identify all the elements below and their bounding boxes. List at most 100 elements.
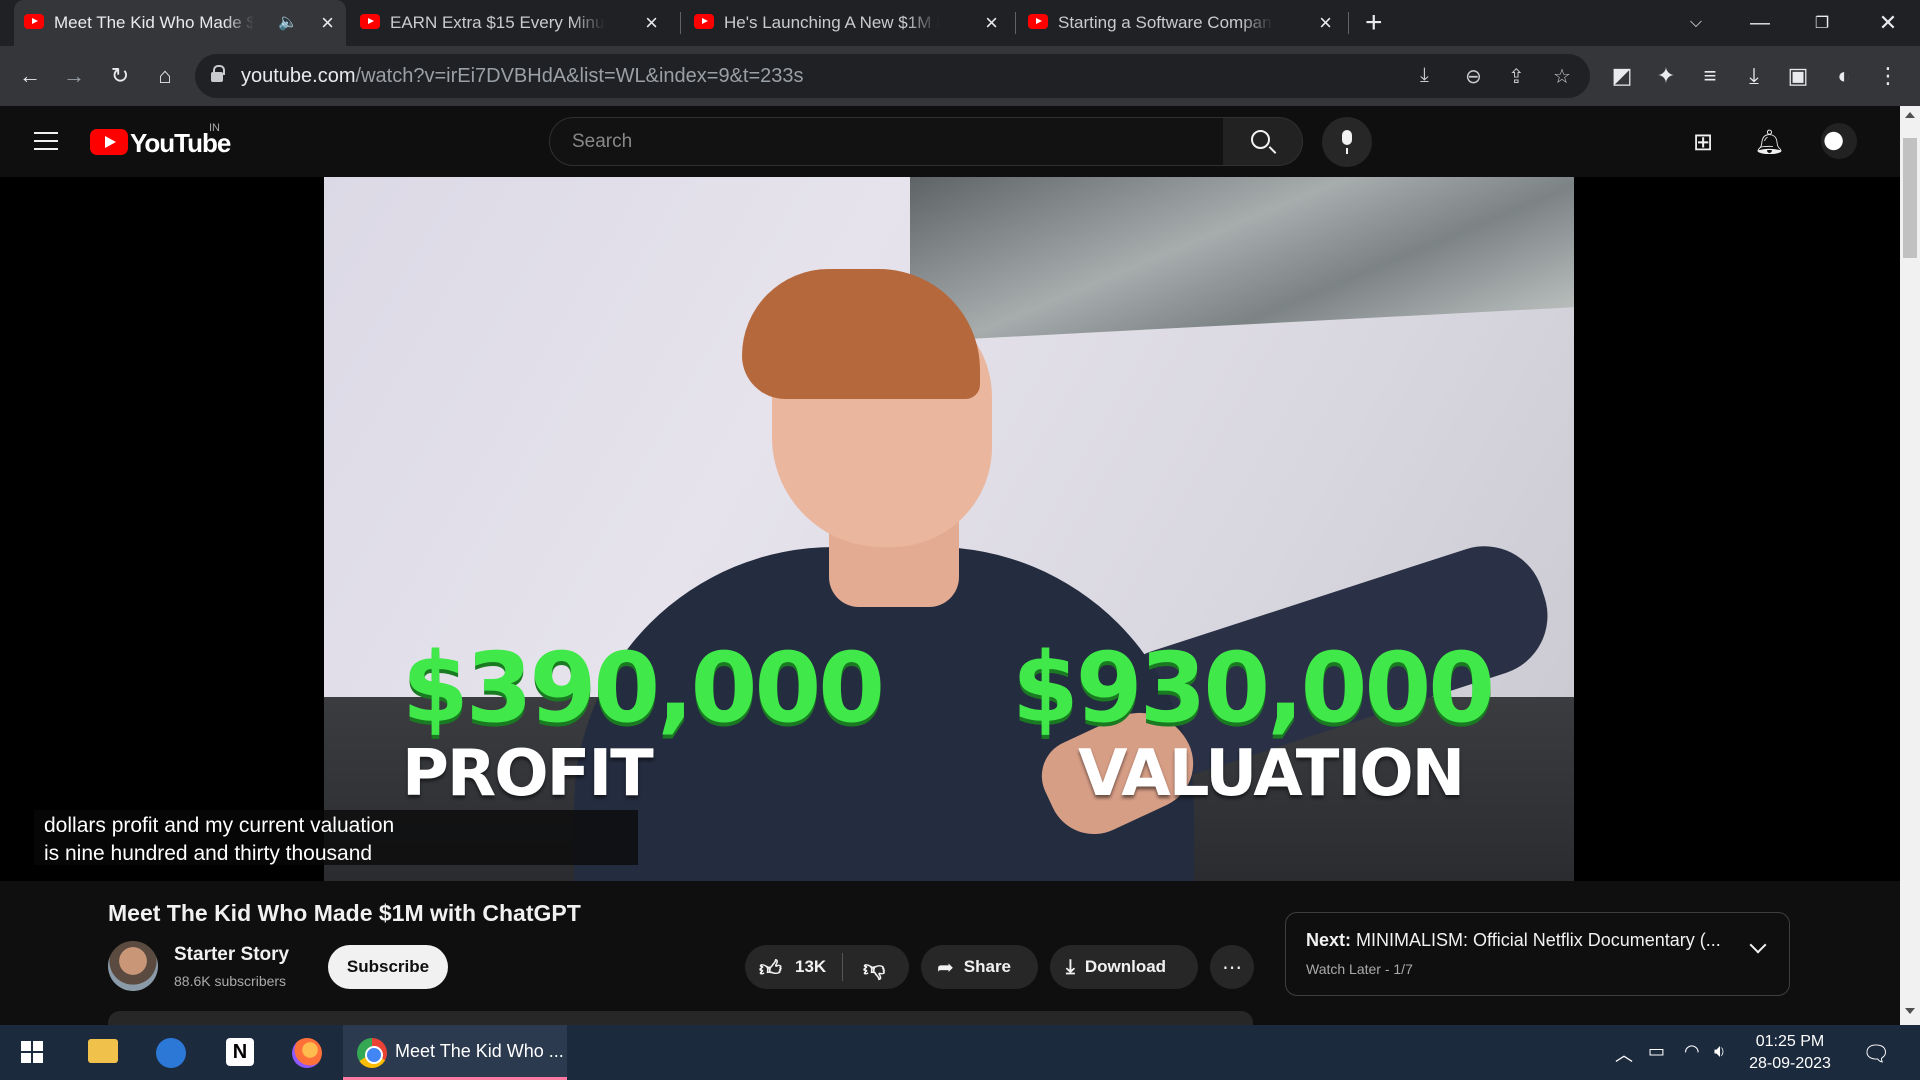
tab-active[interactable]: Meet The Kid Who Made $1M with ChatGPT 🔈… [14, 0, 346, 46]
search-input[interactable]: Search [549, 117, 1224, 166]
share-label: Share [963, 957, 1012, 976]
downloads-icon[interactable]: ⤓ [1740, 62, 1768, 90]
share-button[interactable]: ➦ Share [921, 945, 1038, 989]
tab-2[interactable]: EARN Extra $15 Every Minute SEO × [350, 0, 670, 46]
tab-title: He's Launching A New $1M Business [724, 13, 939, 32]
valuation-value: $930,000 [1012, 632, 1495, 744]
restore-icon[interactable]: ❐ [1792, 0, 1852, 46]
clock-date: 28-09-2023 [1749, 1055, 1831, 1072]
caption-line: is nine hundred and thirty thousand [44, 842, 373, 865]
home-icon[interactable]: ⌂ [151, 62, 179, 90]
dislike-icon[interactable]: 👎︎ [863, 955, 885, 982]
tray-chevron-up-icon[interactable]: ︿ [1615, 1041, 1633, 1067]
video-player[interactable]: $390,000 PROFIT $930,000 VALUATION dolla… [0, 177, 1900, 881]
mail-app-icon[interactable] [156, 1038, 186, 1068]
tab-separator [680, 12, 681, 34]
tab-3[interactable]: He's Launching A New $1M Business × [684, 0, 1010, 46]
wall-painting [910, 177, 1574, 342]
tab-close-icon[interactable]: × [1319, 10, 1332, 36]
volume-icon[interactable]: 🔉︎ [1714, 1041, 1725, 1062]
scroll-down-icon[interactable] [1905, 1008, 1915, 1014]
scrollbar-thumb[interactable] [1903, 138, 1917, 258]
clock-time: 01:25 PM [1755, 1033, 1825, 1050]
like-icon[interactable]: 👍︎ [759, 955, 782, 982]
media-control-icon[interactable]: ≡ [1696, 62, 1724, 90]
back-icon[interactable]: ← [16, 62, 44, 90]
voice-search-button[interactable] [1322, 117, 1372, 167]
taskbar-app-label: Meet The Kid Who ... [395, 1041, 564, 1061]
hamburger-menu-icon[interactable] [34, 132, 58, 150]
channel-name[interactable]: Starter Story [174, 944, 289, 966]
bookmark-star-icon[interactable]: ☆ [1553, 64, 1571, 89]
download-button[interactable]: ⤓ Download [1050, 945, 1198, 989]
zoom-icon[interactable]: ⊖ [1465, 64, 1482, 89]
share-page-icon[interactable]: ⇪ [1508, 64, 1525, 89]
tab-separator [1015, 12, 1016, 34]
windows-start-icon[interactable] [21, 1041, 43, 1063]
more-actions-button[interactable]: ⋯ [1210, 945, 1254, 989]
subscriber-count: 88.6K subscribers [174, 973, 287, 989]
taskbar-chrome-app[interactable]: Meet The Kid Who ... [343, 1025, 567, 1080]
video-frame[interactable]: $390,000 PROFIT $930,000 VALUATION [324, 177, 1574, 881]
page-scrollbar[interactable] [1900, 106, 1920, 1025]
reload-icon[interactable]: ↻ [106, 62, 134, 90]
youtube-favicon-icon [1028, 14, 1048, 29]
video-info: Meet The Kid Who Made $1M with ChatGPT S… [0, 881, 1900, 1025]
windows-taskbar: N Meet The Kid Who ... ︿ ▭ ◠ 🔉︎ 01:25 PM… [0, 1025, 1920, 1080]
lock-icon[interactable] [211, 65, 225, 82]
youtube-favicon-icon [694, 14, 714, 29]
wifi-icon[interactable]: ◠ [1684, 1041, 1700, 1062]
install-app-icon[interactable]: ⤓ [1420, 64, 1429, 87]
youtube-favicon-icon [24, 14, 44, 29]
forward-icon[interactable]: → [60, 62, 88, 90]
side-panel-icon[interactable]: ▣ [1784, 62, 1812, 90]
like-divider [842, 953, 843, 981]
speaker-icon[interactable]: 🔈 [278, 12, 298, 32]
new-tab-icon[interactable]: + [1365, 6, 1383, 40]
tab-close-icon[interactable]: × [321, 10, 334, 36]
channel-avatar[interactable] [108, 941, 158, 991]
closed-captions: dollars profit and my current valuation … [34, 810, 638, 865]
playlist-next-panel[interactable]: Next: MINIMALISM: Official Netflix Docum… [1285, 912, 1790, 996]
tab-title: EARN Extra $15 Every Minute SEO [390, 13, 605, 32]
notion-icon[interactable]: N [226, 1038, 254, 1066]
search-placeholder: Search [572, 131, 633, 152]
subscribe-button[interactable]: Subscribe [328, 945, 448, 989]
url-text[interactable]: youtube.com/watch?v=irEi7DVBHdA&list=WL&… [241, 65, 804, 88]
youtube-logo-icon[interactable] [90, 129, 128, 155]
firefox-icon[interactable] [292, 1038, 322, 1068]
microphone-icon [1342, 130, 1352, 154]
file-explorer-icon[interactable] [88, 1039, 118, 1063]
youtube-favicon-icon [360, 14, 380, 29]
chrome-menu-icon[interactable]: ⋮ [1874, 62, 1902, 90]
youtube-masthead: YouTube IN Search ⊞ 🔔︎ [0, 106, 1900, 177]
notification-center-icon[interactable]: 🗨︎ [1862, 1041, 1890, 1067]
tab-close-icon[interactable]: × [645, 10, 658, 36]
search-button[interactable] [1223, 117, 1303, 166]
tab-title: Starting a Software Company (AI) [1058, 13, 1273, 32]
chrome-icon [357, 1038, 387, 1068]
scroll-up-icon[interactable] [1905, 112, 1915, 118]
system-clock[interactable]: 01:25 PM 28-09-2023 [1740, 1031, 1840, 1075]
like-count[interactable]: 13K [795, 957, 826, 977]
profit-value: $390,000 [402, 632, 885, 744]
playlist-info: Watch Later - 1/7 [1306, 961, 1413, 977]
battery-icon[interactable]: ▭ [1648, 1041, 1665, 1062]
profile-avatar-icon[interactable]: ◐ [1830, 62, 1858, 90]
chevron-down-icon[interactable] [1749, 936, 1767, 954]
search-icon [1251, 130, 1270, 149]
account-avatar[interactable] [1821, 123, 1857, 159]
create-video-icon[interactable]: ⊞ [1693, 128, 1713, 157]
tab-separator [1348, 12, 1349, 34]
description-box[interactable] [108, 1011, 1253, 1025]
address-bar[interactable]: youtube.com/watch?v=irEi7DVBHdA&list=WL&… [195, 54, 1590, 98]
tab-4[interactable]: Starting a Software Company (AI) × [1018, 0, 1344, 46]
tab-close-icon[interactable]: × [985, 10, 998, 36]
notifications-bell-icon[interactable]: 🔔︎ [1754, 128, 1784, 157]
extension-app-icon[interactable]: ◩ [1608, 62, 1636, 90]
tab-search-chevron-icon[interactable]: ⌵ [1666, 0, 1726, 46]
extensions-puzzle-icon[interactable]: ✦ [1652, 62, 1680, 90]
minimize-icon[interactable]: — [1730, 0, 1790, 46]
window-close-icon[interactable]: ✕ [1858, 0, 1918, 46]
caption-line: dollars profit and my current valuation [44, 814, 395, 837]
